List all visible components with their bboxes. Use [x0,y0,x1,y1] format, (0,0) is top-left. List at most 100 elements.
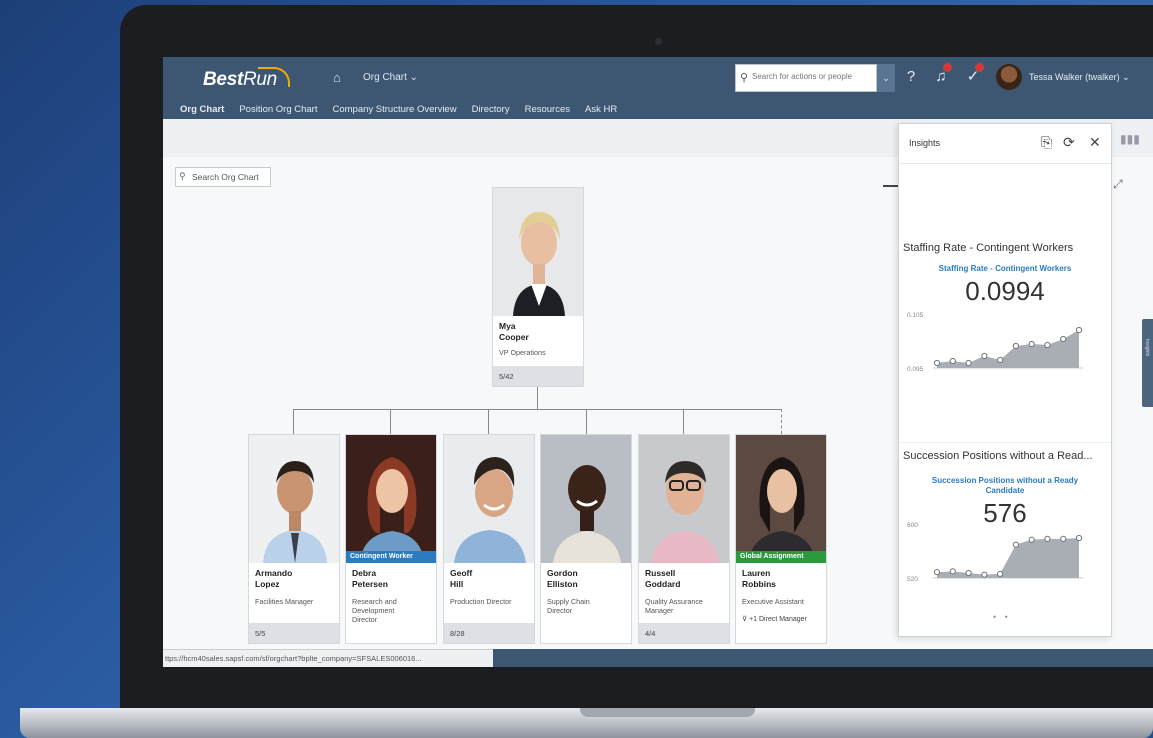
sparkline-point-6 [1028,340,1035,348]
nav-item-resources[interactable]: Resources [525,104,570,118]
status-bar-fill [493,649,1153,667]
widget-title-staffing[interactable]: Staffing Rate - Contingent Workers [903,242,1073,254]
org-card-root[interactable]: Mya Cooper VP Operations 5/42 [492,187,584,387]
kpi-value-staffing: 0.0994 [965,276,1045,306]
employee-title: Production Director [450,597,512,606]
axis-min-succession: 520 [907,576,918,583]
insights-panel: Insights ⎘ ⟳ ✕ Staffing Rate - Contingen… [898,123,1112,637]
logo-swoosh [258,67,290,87]
connector-child-1 [293,409,294,434]
employee-title: Supply Chain Director [547,597,590,615]
global-search[interactable]: ⚲ [735,64,877,92]
connector-child-6-dotted [781,409,782,434]
org-card-debra-petersen[interactable]: Contingent Worker Debra Petersen Researc… [345,434,437,644]
nav-item-position-org-chart[interactable]: Position Org Chart [239,104,317,118]
laptop-camera [655,38,662,45]
help-icon[interactable]: ? [901,67,921,87]
sparkline-point-4 [997,570,1004,577]
global-search-input[interactable] [752,72,876,81]
nav-item-directory[interactable]: Directory [472,104,510,118]
refresh-icon[interactable]: ⟳ [1063,134,1075,151]
sparkline-area [937,330,1079,368]
connector-child-5 [683,409,684,434]
main-nav: Org Chart Position Org Chart Company Str… [180,104,632,118]
connector-child-3 [488,409,489,434]
employee-title: Executive Assistant [742,597,804,606]
employee-title: VP Operations [499,348,546,357]
widget-divider [899,442,1111,443]
sparkline-point-5 [1012,541,1019,548]
sparkline-point-5 [1012,342,1019,350]
reports-count[interactable]: 5/42 [493,366,583,386]
sparkline-point-7 [1044,341,1051,349]
sparkline-point-8 [1060,535,1067,542]
insights-side-tab[interactable]: Insights [1142,319,1153,407]
sparkline-staffing [933,326,1083,369]
sparkline-area [937,538,1079,578]
nav-item-company-structure[interactable]: Company Structure Overview [333,104,457,118]
org-card-russell-goddard[interactable]: Russell Goddard Quality Assurance Manage… [638,434,730,644]
org-card-geoff-hill[interactable]: Geoff Hill Production Director 8/28 [443,434,535,644]
sparkline-point-2 [965,359,972,367]
close-icon[interactable]: ✕ [1089,134,1101,151]
employee-photo [444,435,534,563]
nav-item-ask-hr[interactable]: Ask HR [585,104,617,118]
org-chart-search[interactable]: ⚲ Search Org Chart [175,167,271,187]
app-title-menu[interactable]: Org Chart ⌄ [363,72,418,83]
export-icon[interactable]: ⎘ [1041,134,1052,151]
chart-view-icon[interactable]: ▮▮▮ [1120,132,1140,146]
todo-badge [975,63,984,72]
carousel-pager[interactable]: • • [993,612,1011,622]
contingent-worker-tag: Contingent Worker [346,551,436,563]
sparkline-point-6 [1028,536,1035,543]
sparkline-point-0 [933,569,941,576]
axis-max-staffing: 0.105 [907,312,924,319]
org-card-armando-lopez[interactable]: Armando Lopez Facilities Manager 5/5 [248,434,340,644]
screen: BestRun ⌂ Org Chart ⌄ ⚲ ⌄ ? ♫ ✓ Tessa Wa… [163,57,1153,667]
sparkline-point-7 [1044,535,1051,542]
employee-photo [736,435,826,563]
user-menu[interactable]: Tessa Walker (twalker) ⌄ [1029,72,1130,83]
fullscreen-icon[interactable]: ⤢ [1113,177,1123,192]
sparkline-point-9 [1075,534,1083,542]
kpi-label-staffing: Staffing Rate - Contingent Workers [938,264,1072,273]
reports-count[interactable]: 8/28 [444,623,534,643]
widget-title-succession[interactable]: Succession Positions without a Read... [903,450,1093,462]
employee-photo [493,188,583,316]
minimize-icon[interactable] [883,185,899,187]
employee-name: Geoff Hill [450,568,473,589]
connector-horizontal [293,409,781,410]
kpi-label-succession: Succession Positions without a Ready Can… [931,476,1079,495]
org-card-lauren-robbins[interactable]: Global Assignment Lauren Robbins Executi… [735,434,827,644]
employee-name: Russell Goddard [645,568,681,589]
employee-photo [639,435,729,563]
employee-photo [541,435,631,563]
home-icon[interactable]: ⌂ [333,70,347,85]
employee-name: Mya Cooper [499,321,529,342]
sparkline-point-3 [981,352,988,360]
laptop-notch [580,708,755,717]
nav-item-org-chart[interactable]: Org Chart [180,104,224,118]
sparkline-point-3 [981,571,988,578]
axis-max-succession: 600 [907,522,918,529]
sparkline-point-8 [1060,335,1067,343]
org-card-gordon-elliston[interactable]: Gordon Elliston Supply Chain Director [540,434,632,644]
avatar[interactable] [996,64,1022,90]
reports-count[interactable]: 4/4 [639,623,729,643]
direct-manager-link[interactable]: ⊽ +1 Direct Manager [742,615,807,623]
reports-count[interactable]: 5/5 [249,623,339,643]
status-url: ttps://hcm40sales.sapsf.com/sf/orgchart?… [163,649,493,667]
sparkline-point-1 [949,568,956,575]
insights-title: Insights [909,138,941,148]
insights-header: Insights ⎘ ⟳ ✕ [899,124,1111,164]
employee-title: Facilities Manager [255,597,314,606]
filter-icon: ⊽ [742,616,748,623]
axis-min-staffing: 0.095 [907,366,924,373]
employee-title: Quality Assurance Manager [645,597,703,615]
employee-name: Debra Petersen [352,568,388,589]
sparkline-point-4 [997,356,1004,364]
sparkline-succession [933,534,1083,579]
employee-name: Lauren Robbins [742,568,776,589]
sparkline-point-2 [965,569,972,577]
search-scope-dropdown[interactable]: ⌄ [877,64,895,92]
